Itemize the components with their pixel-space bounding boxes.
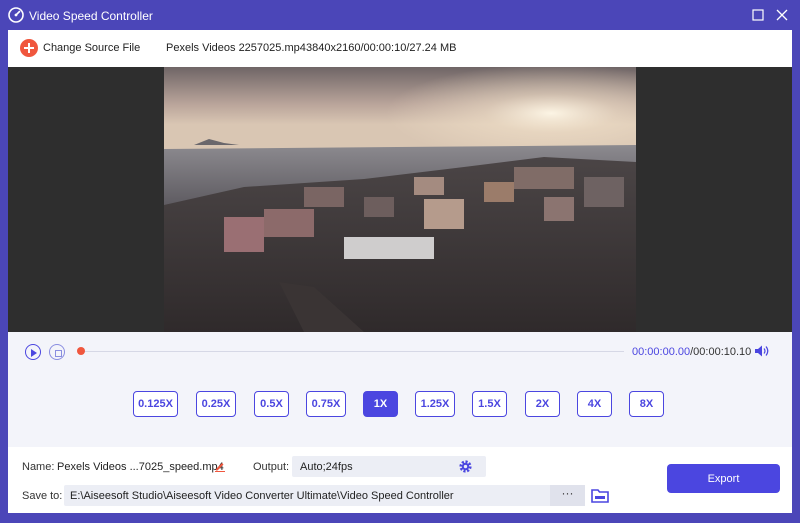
open-folder-icon[interactable]	[591, 488, 609, 503]
source-filename: Pexels Videos 2257025.mp4	[166, 42, 306, 54]
speed-options: 0.125X 0.25X 0.5X 0.75X 1X 1.25X 1.5X 2X…	[8, 372, 792, 447]
output-format-field[interactable]: Auto;24fps	[292, 456, 486, 477]
speed-1.25x-button[interactable]: 1.25X	[415, 391, 455, 417]
source-file-info: 3840x2160/00:00:10/27.24 MB	[306, 42, 457, 54]
speed-0.125x-button[interactable]: 0.125X	[133, 391, 178, 417]
play-icon[interactable]	[25, 344, 41, 360]
stop-icon[interactable]	[49, 344, 65, 360]
change-source-file-button[interactable]: Change Source File	[43, 42, 140, 54]
output-filename: Pexels Videos ...7025_speed.mp4	[57, 461, 224, 473]
speed-0.5x-button[interactable]: 0.5X	[254, 391, 289, 417]
current-time: 00:00:00.00	[632, 346, 691, 358]
speed-0.25x-button[interactable]: 0.25X	[196, 391, 236, 417]
output-settings: Name: Pexels Videos ...7025_speed.mp4 Ou…	[8, 447, 792, 513]
video-preview-frame	[164, 67, 636, 332]
output-label: Output:	[253, 461, 290, 473]
progress-track[interactable]	[79, 351, 624, 352]
source-toolbar: Change Source File Pexels Videos 2257025…	[8, 30, 792, 67]
playback-controls: 00:00:00.00/00:00:10.10	[8, 332, 792, 372]
title-bar: Video Speed Controller	[0, 0, 800, 30]
speedometer-icon	[8, 7, 24, 23]
export-button[interactable]: Export	[667, 464, 780, 493]
save-to-label: Save to:	[22, 490, 63, 502]
speed-1x-button[interactable]: 1X	[363, 391, 398, 417]
plus-circle-icon[interactable]	[20, 39, 38, 57]
progress-handle[interactable]	[77, 347, 85, 355]
gear-icon[interactable]	[458, 459, 473, 474]
speed-1.5x-button[interactable]: 1.5X	[472, 391, 507, 417]
window-title: Video Speed Controller	[29, 9, 153, 23]
output-format-value: Auto;24fps	[300, 461, 353, 473]
timecode: 00:00:00.00/00:00:10.10	[632, 346, 751, 358]
volume-icon[interactable]	[754, 344, 770, 358]
speed-8x-button[interactable]: 8X	[629, 391, 664, 417]
browse-path-button[interactable]: ···	[550, 485, 585, 506]
maximize-icon[interactable]	[749, 6, 767, 24]
save-path-value: E:\Aiseesoft Studio\Aiseesoft Video Conv…	[70, 490, 454, 502]
save-path-field[interactable]: E:\Aiseesoft Studio\Aiseesoft Video Conv…	[64, 485, 585, 506]
app-window: Video Speed Controller Change Source Fil…	[0, 0, 800, 523]
video-preview-area	[8, 67, 792, 332]
speed-2x-button[interactable]: 2X	[525, 391, 560, 417]
total-time: /00:00:10.10	[690, 346, 752, 358]
speed-0.75x-button[interactable]: 0.75X	[306, 391, 346, 417]
name-label: Name:	[22, 461, 55, 473]
edit-pencil-icon[interactable]	[214, 460, 226, 472]
close-icon[interactable]	[773, 6, 791, 24]
speed-4x-button[interactable]: 4X	[577, 391, 612, 417]
